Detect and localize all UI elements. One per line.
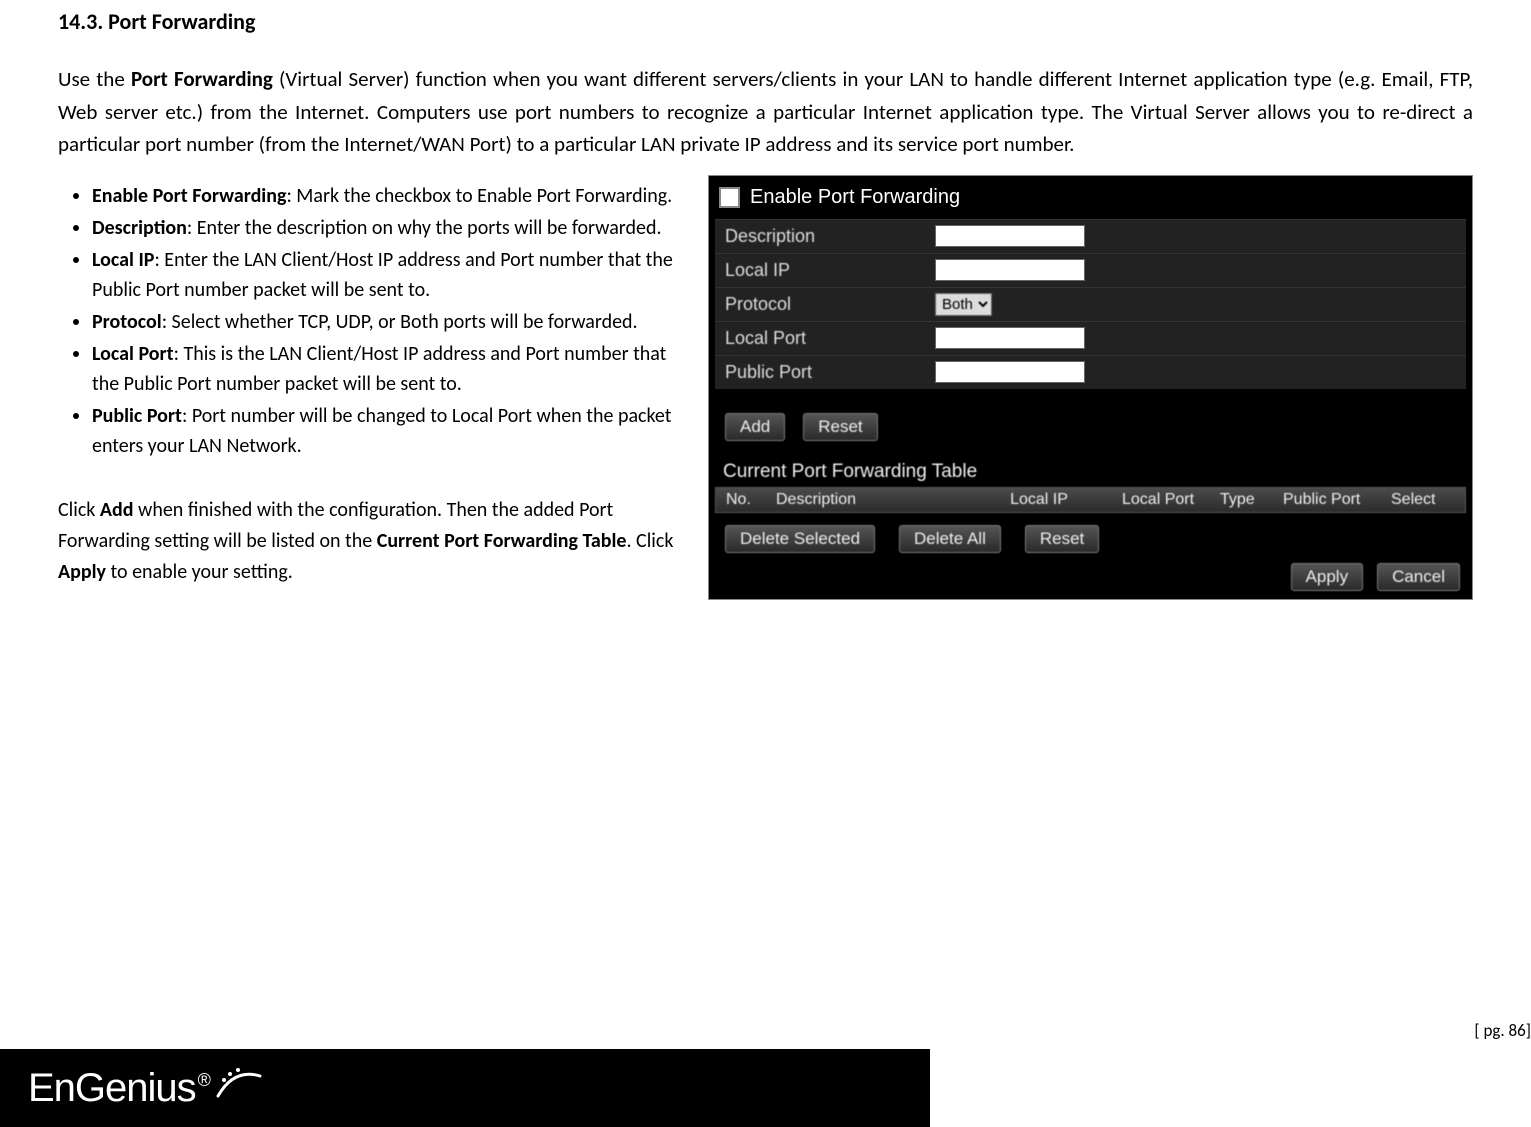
term: Local Port bbox=[92, 342, 174, 366]
list-item: Description: Enter the description on wh… bbox=[92, 213, 690, 243]
page-footer: [ pg. 86] EnGenius ® bbox=[0, 1047, 1531, 1127]
bullet-list: Enable Port Forwarding: Mark the checkbo… bbox=[58, 181, 690, 461]
text: Use the bbox=[58, 66, 131, 92]
term-table: Current Port Forwarding Table bbox=[377, 529, 627, 553]
enable-checkbox[interactable] bbox=[719, 187, 740, 208]
local-ip-label: Local IP bbox=[715, 254, 935, 287]
col-no: No. bbox=[722, 491, 772, 509]
description-label: Description bbox=[715, 220, 935, 253]
text: . Click bbox=[626, 529, 673, 553]
list-item: Enable Port Forwarding: Mark the checkbo… bbox=[92, 181, 690, 211]
delete-selected-button[interactable]: Delete Selected bbox=[725, 525, 875, 553]
text: : Select whether TCP, UDP, or Both ports… bbox=[162, 310, 638, 334]
text: to enable your setting. bbox=[106, 560, 293, 584]
intro-paragraph: Use the Port Forwarding (Virtual Server)… bbox=[58, 63, 1473, 161]
local-ip-input[interactable] bbox=[935, 259, 1085, 281]
col-local-ip: Local IP bbox=[960, 491, 1118, 509]
reset-table-button[interactable]: Reset bbox=[1025, 525, 1099, 553]
list-item: Public Port: Port number will be changed… bbox=[92, 401, 690, 461]
protocol-label: Protocol bbox=[715, 288, 935, 321]
cancel-button[interactable]: Cancel bbox=[1377, 563, 1460, 591]
term-port-forwarding: Port Forwarding bbox=[131, 66, 273, 92]
description-input[interactable] bbox=[935, 225, 1085, 247]
col-select: Select bbox=[1387, 491, 1455, 509]
col-type: Type bbox=[1216, 491, 1279, 509]
local-port-label: Local Port bbox=[715, 322, 935, 355]
protocol-select[interactable]: Both bbox=[935, 293, 992, 316]
table-title: Current Port Forwarding Table bbox=[715, 461, 1466, 487]
col-public-port: Public Port bbox=[1279, 491, 1387, 509]
text: : Enter the LAN Client/Host IP address a… bbox=[92, 248, 673, 302]
router-screenshot: Enable Port Forwarding Description Local… bbox=[708, 175, 1473, 600]
swoosh-icon bbox=[216, 1066, 276, 1100]
local-port-input[interactable] bbox=[935, 327, 1085, 349]
add-button[interactable]: Add bbox=[725, 413, 785, 441]
definition-column: Enable Port Forwarding: Mark the checkbo… bbox=[58, 175, 690, 588]
col-local-port: Local Port bbox=[1118, 491, 1216, 509]
enable-label: Enable Port Forwarding bbox=[750, 186, 960, 209]
term: Local IP bbox=[92, 248, 154, 272]
term-apply: Apply bbox=[58, 560, 106, 584]
engenius-logo: EnGenius ® bbox=[28, 1066, 276, 1111]
logo-text: EnGenius bbox=[28, 1066, 196, 1111]
term-add: Add bbox=[100, 498, 134, 522]
term: Protocol bbox=[92, 310, 162, 334]
list-item: Local Port: This is the LAN Client/Host … bbox=[92, 339, 690, 399]
text: : Mark the checkbox to Enable Port Forwa… bbox=[286, 184, 672, 208]
text: : This is the LAN Client/Host IP address… bbox=[92, 342, 666, 396]
table-header-row: No. Description Local IP Local Port Type… bbox=[715, 487, 1466, 513]
registered-icon: ® bbox=[198, 1070, 210, 1091]
term: Description bbox=[92, 216, 187, 240]
text: Click bbox=[58, 498, 100, 522]
closing-paragraph: Click Add when finished with the configu… bbox=[58, 495, 690, 588]
term: Enable Port Forwarding bbox=[92, 184, 286, 208]
page-number: [ pg. 86] bbox=[1474, 1020, 1531, 1041]
delete-all-button[interactable]: Delete All bbox=[899, 525, 1001, 553]
term: Public Port bbox=[92, 404, 182, 428]
document-page: 14.3. Port Forwarding Use the Port Forwa… bbox=[0, 8, 1531, 600]
footer-bar: EnGenius ® bbox=[0, 1049, 930, 1127]
public-port-label: Public Port bbox=[715, 356, 935, 389]
apply-button[interactable]: Apply bbox=[1291, 563, 1364, 591]
section-heading: 14.3. Port Forwarding bbox=[58, 8, 1473, 35]
list-item: Local IP: Enter the LAN Client/Host IP a… bbox=[92, 245, 690, 305]
reset-button[interactable]: Reset bbox=[803, 413, 877, 441]
public-port-input[interactable] bbox=[935, 361, 1085, 383]
col-description: Description bbox=[772, 491, 960, 509]
text: : Enter the description on why the ports… bbox=[187, 216, 662, 240]
list-item: Protocol: Select whether TCP, UDP, or Bo… bbox=[92, 307, 690, 337]
